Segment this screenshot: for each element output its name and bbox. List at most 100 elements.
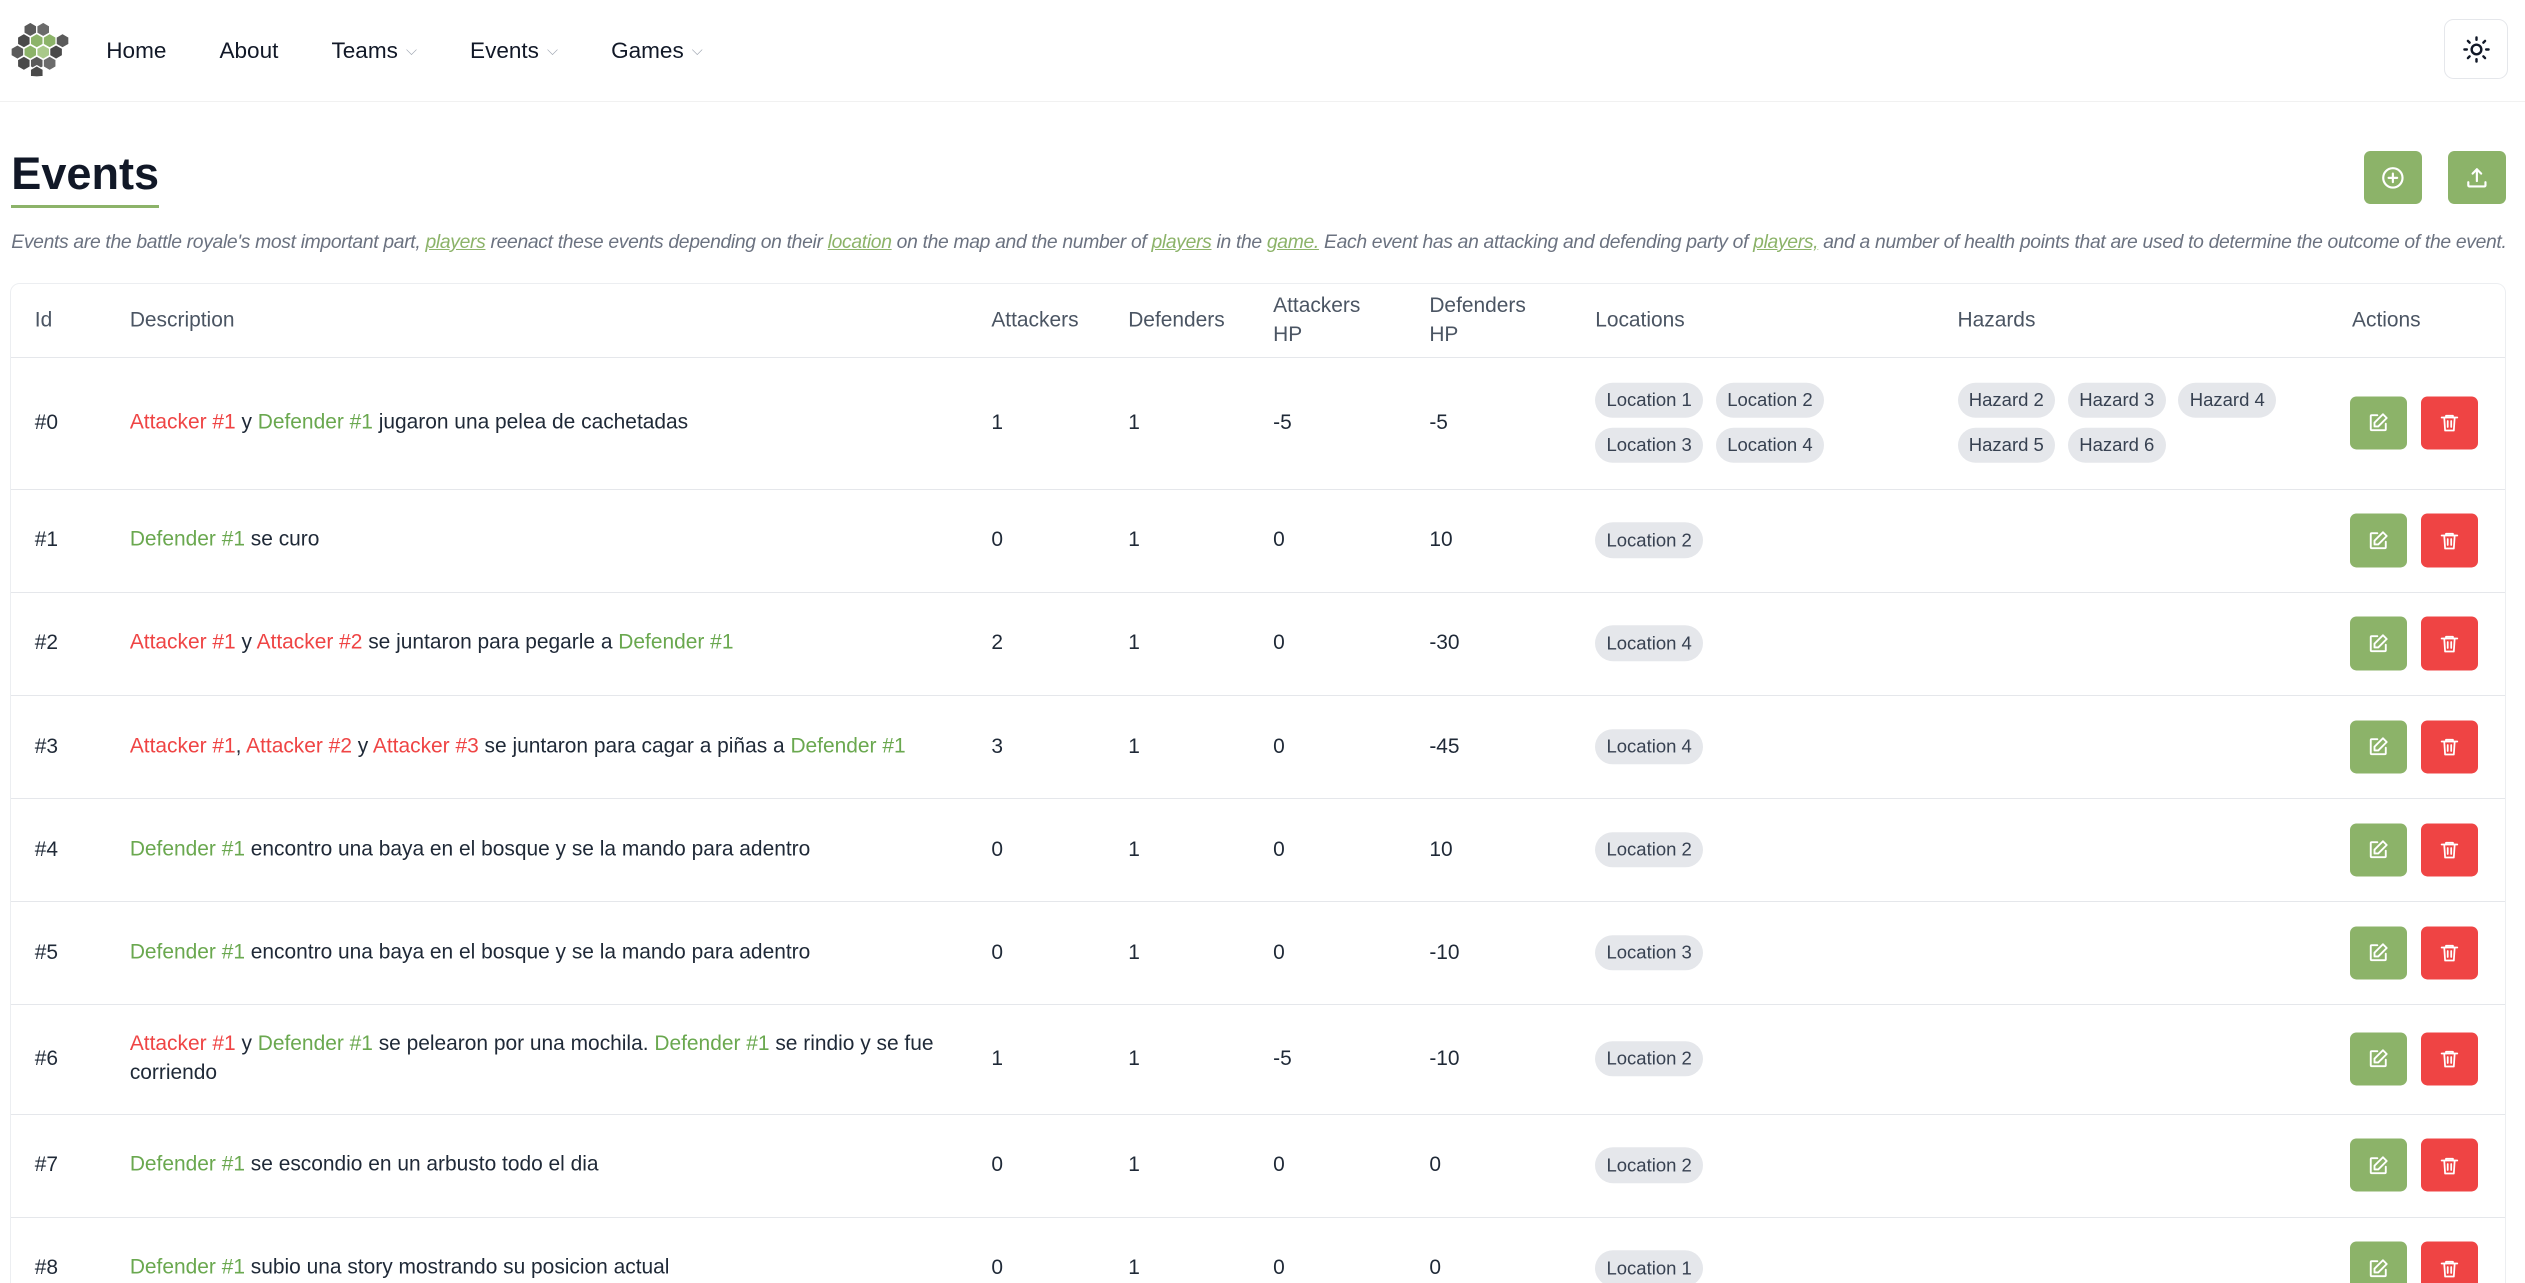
edit-event-button[interactable] (2350, 616, 2407, 671)
description-text: se curo (244, 527, 320, 551)
edit-icon (2370, 1049, 2388, 1068)
attackers-hp: 0 (1273, 1153, 1285, 1177)
location-badge: Location 1 (1595, 1250, 1704, 1283)
delete-event-button[interactable] (2421, 616, 2478, 671)
description-link[interactable]: game. (1267, 232, 1319, 253)
event-id: #5 (34, 940, 59, 964)
delete-event-button[interactable] (2421, 1241, 2478, 1283)
top-nav: Home About Teams ⌵ Events ⌵ Games ⌵ (0, 0, 2525, 103)
defender-token: Defender #1 (654, 1031, 770, 1055)
edit-icon (2370, 1258, 2388, 1277)
defenders-hp: 0 (1429, 1153, 1441, 1177)
edit-event-button[interactable] (2350, 1032, 2407, 1086)
attackers-count: 3 (991, 734, 1003, 758)
description-link[interactable]: players, (1753, 232, 1818, 253)
locations-list: Location 2 (1595, 831, 1933, 868)
event-description: Defender #1 encontro una baya en el bosq… (130, 938, 951, 967)
locations-list: Location 3 (1595, 934, 1933, 971)
hazard-badge: Hazard 3 (2067, 382, 2166, 419)
nav-home-label[interactable]: Home (106, 38, 166, 64)
event-id: #7 (34, 1153, 59, 1177)
location-badge: Location 3 (1595, 934, 1704, 971)
defenders-hp: -45 (1429, 734, 1460, 758)
description-link[interactable]: location (828, 232, 892, 253)
table-row: #8 Defender #1 subio una story mostrando … (11, 1217, 2505, 1283)
delete-event-button[interactable] (2421, 926, 2478, 980)
trash-icon (2440, 1260, 2459, 1277)
delete-event-button[interactable] (2421, 513, 2478, 567)
add-event-button[interactable] (2363, 151, 2422, 205)
edit-event-button[interactable] (2350, 1241, 2407, 1283)
nav-about[interactable]: About (220, 38, 279, 64)
edit-event-button[interactable] (2350, 513, 2407, 567)
nav-teams-label[interactable]: Teams (332, 38, 398, 64)
table-row: #1 Defender #1 se curo 0 1 0 10 Location 2 (10, 489, 2505, 593)
locations-list: Location 2 (1595, 522, 1933, 559)
defender-token: Defender #1 (257, 410, 373, 434)
nav-games-label[interactable]: Games (611, 38, 684, 64)
defenders-hp: 0 (1429, 1256, 1441, 1280)
locations-list: Location 4 (1595, 728, 1933, 765)
attackers-count: 2 (991, 631, 1003, 655)
description-text: in the (1211, 231, 1267, 253)
col-header-defenders: Defenders (1128, 308, 1225, 332)
defenders-hp: 10 (1429, 837, 1453, 861)
chevron-down-icon: ⌵ (546, 42, 558, 59)
edit-event-button[interactable] (2350, 926, 2407, 980)
sun-icon (2462, 36, 2490, 63)
col-header-locations: Locations (1595, 308, 1685, 332)
description-text: y (235, 630, 257, 654)
attacker-token: Attacker #3 (372, 734, 479, 758)
trash-icon (2440, 841, 2459, 859)
event-description: Attacker #1 y Attacker #2 se juntaron pa… (130, 629, 951, 658)
edit-event-button[interactable] (2350, 1138, 2407, 1192)
logo-icon[interactable] (11, 19, 70, 78)
event-description: Defender #1 subio una story mostrando su… (130, 1254, 951, 1283)
delete-event-button[interactable] (2421, 396, 2478, 450)
delete-event-button[interactable] (2421, 1032, 2478, 1086)
edit-event-button[interactable] (2350, 823, 2407, 877)
defenders-hp: -30 (1429, 631, 1460, 655)
edit-event-button[interactable] (2350, 396, 2407, 450)
defenders-hp: -10 (1429, 940, 1460, 964)
description-link[interactable]: players (1151, 232, 1211, 253)
location-badge: Location 3 (1595, 427, 1704, 464)
edit-event-button[interactable] (2350, 719, 2407, 774)
location-badge: Location 2 (1595, 831, 1704, 868)
defenders-count: 1 (1128, 940, 1140, 964)
trash-icon (2440, 532, 2459, 550)
attackers-hp: 0 (1273, 940, 1285, 964)
upload-events-button[interactable] (2447, 151, 2506, 205)
nav-links: Home About Teams ⌵ Events ⌵ Games ⌵ (106, 0, 756, 101)
attackers-count: 0 (991, 1256, 1003, 1280)
event-description: Defender #1 encontro una baya en el bosq… (130, 835, 951, 864)
description-text: subio una story mostrando su posicion ac… (244, 1255, 670, 1279)
defender-token: Defender #1 (129, 940, 245, 964)
delete-event-button[interactable] (2421, 719, 2478, 774)
nav-home[interactable]: Home (106, 38, 166, 64)
delete-event-button[interactable] (2421, 1138, 2478, 1192)
description-text: se escondio en un arbusto todo el dia (244, 1152, 599, 1176)
delete-event-button[interactable] (2421, 823, 2478, 877)
attackers-count: 0 (991, 528, 1003, 552)
locations-list: Location 2 (1595, 1041, 1933, 1077)
event-description: Attacker #1 y Defender #1 jugaron una pe… (130, 408, 951, 437)
defenders-count: 1 (1128, 410, 1140, 434)
description-text: se juntaron para pegarle a (362, 630, 619, 654)
nav-about-label[interactable]: About (220, 38, 279, 64)
description-link[interactable]: players (425, 232, 485, 253)
defender-token: Defender #1 (257, 1031, 373, 1055)
nav-events-dropdown[interactable]: Events ⌵ (470, 38, 558, 64)
upload-icon (2466, 168, 2487, 188)
table-row: #2 Attacker #1 y Attacker #2 se juntaron … (10, 592, 2505, 697)
defenders-count: 1 (1128, 1153, 1140, 1177)
event-id: #1 (34, 528, 59, 552)
nav-events-label[interactable]: Events (470, 38, 539, 64)
event-description: Attacker #1 y Defender #1 se pelearon po… (130, 1030, 951, 1088)
event-id: #2 (34, 631, 59, 655)
nav-teams-dropdown[interactable]: Teams ⌵ (332, 38, 417, 64)
events-table: Id Description Attackers Defenders Attac… (9, 283, 2506, 1283)
nav-games-dropdown[interactable]: Games ⌵ (611, 38, 703, 64)
theme-toggle-button[interactable] (2444, 19, 2508, 80)
event-id: #3 (34, 734, 59, 758)
